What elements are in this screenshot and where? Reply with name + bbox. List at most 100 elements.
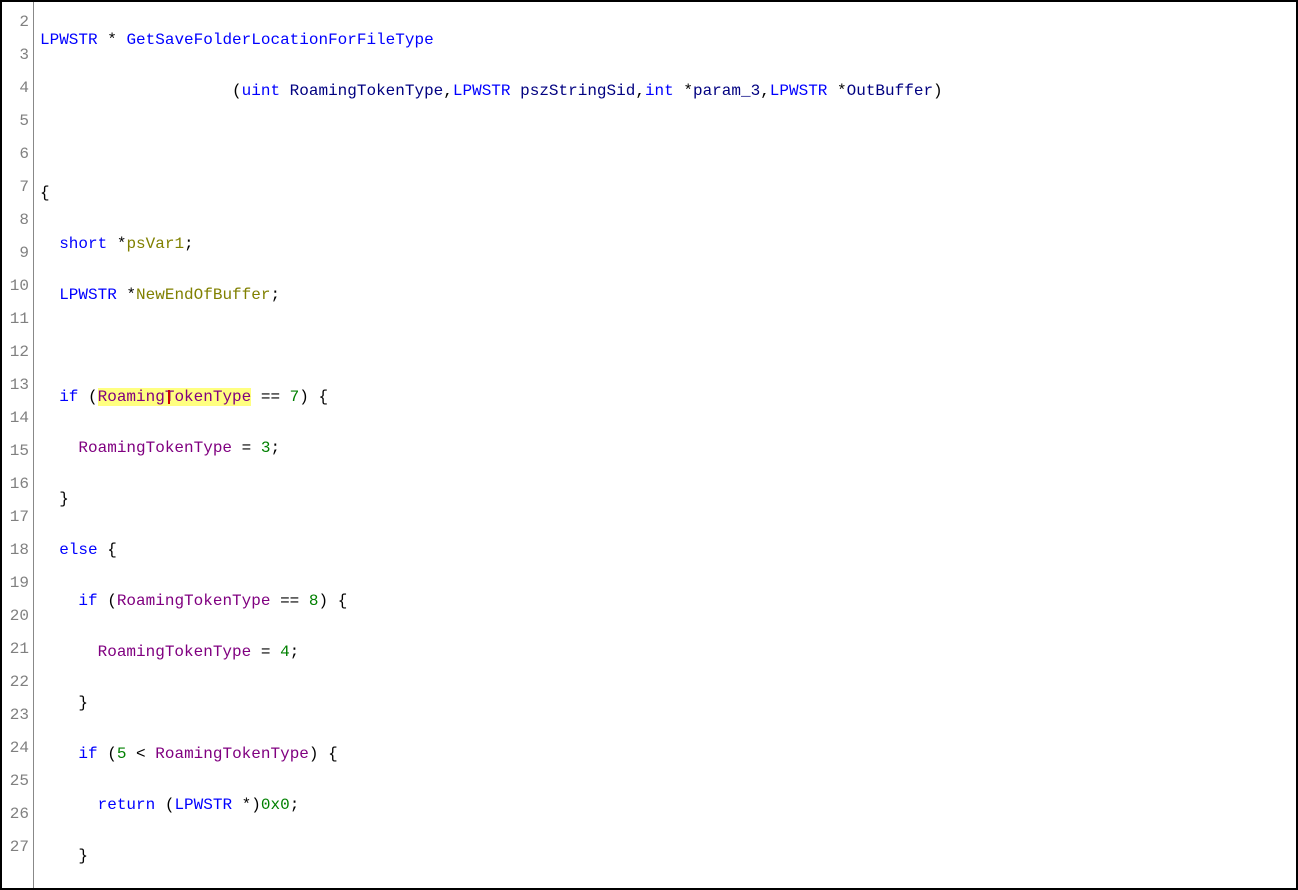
code-line[interactable]: LPWSTR *NewEndOfBuffer; xyxy=(40,279,1290,312)
number-token: 7 xyxy=(290,388,300,406)
rparen-token: ) xyxy=(318,592,328,610)
var-token: RoamingTokenType xyxy=(117,592,271,610)
line-number: 13 xyxy=(2,369,29,402)
semi-token: ; xyxy=(270,439,280,457)
param-token: OutBuffer xyxy=(847,82,933,100)
lbrace-token: { xyxy=(319,388,329,406)
keyword-token: return xyxy=(98,796,156,814)
lparen-token: ( xyxy=(165,796,175,814)
line-number: 2 xyxy=(2,6,29,39)
rbrace-token: } xyxy=(78,694,88,712)
param-token: RoamingTokenType xyxy=(290,82,444,100)
number-token: 5 xyxy=(117,745,127,763)
code-line[interactable]: (uint RoamingTokenType, LPWSTR pszStringS… xyxy=(40,75,1290,108)
param-token: param_3 xyxy=(693,82,760,100)
line-number: 16 xyxy=(2,468,29,501)
assign-token: = xyxy=(261,643,271,661)
lparen-token: ( xyxy=(107,592,117,610)
param-token: pszStringSid xyxy=(520,82,635,100)
lparen-token: ( xyxy=(88,388,98,406)
keyword-token: if xyxy=(78,592,97,610)
line-number: 9 xyxy=(2,237,29,270)
code-line[interactable]: RoamingTokenType = 4; xyxy=(40,636,1290,669)
rparen-token: ) xyxy=(309,745,319,763)
line-number: 7 xyxy=(2,171,29,204)
line-number: 3 xyxy=(2,39,29,72)
line-number: 4 xyxy=(2,72,29,105)
code-line[interactable]: short *psVar1; xyxy=(40,228,1290,261)
semi-token: ; xyxy=(270,286,280,304)
code-area[interactable]: LPWSTR * GetSaveFolderLocationForFileTyp… xyxy=(34,2,1296,888)
line-number: 18 xyxy=(2,534,29,567)
lbrace-token: { xyxy=(107,541,117,559)
line-number: 5 xyxy=(2,105,29,138)
var-token: psVar1 xyxy=(126,235,184,253)
type-token: LPWSTR xyxy=(59,286,117,304)
code-line[interactable] xyxy=(40,126,1290,159)
line-number: 27 xyxy=(2,831,29,864)
function-name: GetSaveFolderLocationForFileType xyxy=(126,31,433,49)
semi-token: ; xyxy=(184,235,194,253)
line-number: 14 xyxy=(2,402,29,435)
line-number: 23 xyxy=(2,699,29,732)
line-number: 20 xyxy=(2,600,29,633)
line-number: 19 xyxy=(2,567,29,600)
code-line[interactable]: LPWSTR * GetSaveFolderLocationForFileTyp… xyxy=(40,24,1290,57)
rbrace-token: } xyxy=(59,490,69,508)
eq-token: == xyxy=(280,592,299,610)
type-token: uint xyxy=(242,82,280,100)
code-line[interactable]: } xyxy=(40,687,1290,720)
star-token: * xyxy=(117,235,127,253)
highlighted-token: RoamingTokenType xyxy=(98,388,252,406)
type-token: int xyxy=(645,82,674,100)
lt-token: < xyxy=(136,745,146,763)
number-token: 4 xyxy=(280,643,290,661)
star-token: * xyxy=(683,82,693,100)
lparen-token: ( xyxy=(232,82,242,100)
code-line[interactable]: else { xyxy=(40,534,1290,567)
star-token: * xyxy=(126,286,136,304)
lbrace-token: { xyxy=(328,745,338,763)
code-line[interactable] xyxy=(40,330,1290,363)
code-line[interactable]: return (LPWSTR *)0x0; xyxy=(40,789,1290,822)
type-token: short xyxy=(59,235,107,253)
code-line[interactable]: if (RoamingTokenType == 8) { xyxy=(40,585,1290,618)
assign-token: = xyxy=(242,439,252,457)
lbrace-token: { xyxy=(40,184,50,202)
comma-token: , xyxy=(760,82,770,100)
keyword-token: if xyxy=(59,388,78,406)
var-token: RoamingTokenType xyxy=(155,745,309,763)
code-line[interactable]: if (RoamingTokenType == 7) { xyxy=(40,381,1290,414)
code-line[interactable]: if (5 < RoamingTokenType) { xyxy=(40,738,1290,771)
line-number: 22 xyxy=(2,666,29,699)
star-token: * xyxy=(837,82,847,100)
line-number: 8 xyxy=(2,204,29,237)
line-number-gutter: 2 3 4 5 6 7 8 9 10 11 12 13 14 15 16 17 … xyxy=(2,2,34,888)
code-line[interactable]: } xyxy=(40,483,1290,516)
type-token: LPWSTR xyxy=(174,796,232,814)
lparen-token: ( xyxy=(107,745,117,763)
line-number: 26 xyxy=(2,798,29,831)
line-number: 25 xyxy=(2,765,29,798)
var-token: NewEndOfBuffer xyxy=(136,286,270,304)
code-line[interactable]: } xyxy=(40,840,1290,873)
line-number: 21 xyxy=(2,633,29,666)
var-token: RoamingTokenType xyxy=(78,439,232,457)
code-line[interactable]: RoamingTokenType = 3; xyxy=(40,432,1290,465)
lbrace-token: { xyxy=(338,592,348,610)
rbrace-token: } xyxy=(78,847,88,865)
line-number: 15 xyxy=(2,435,29,468)
text-caret xyxy=(168,390,170,404)
rparen-token: ) xyxy=(933,82,943,100)
line-number: 24 xyxy=(2,732,29,765)
star-token: * xyxy=(107,31,117,49)
type-token: LPWSTR xyxy=(453,82,511,100)
var-token: RoamingTokenType xyxy=(98,643,252,661)
rparen-token: ) xyxy=(251,796,261,814)
code-editor[interactable]: 2 3 4 5 6 7 8 9 10 11 12 13 14 15 16 17 … xyxy=(0,0,1298,890)
keyword-token: if xyxy=(78,745,97,763)
semi-token: ; xyxy=(290,643,300,661)
semi-token: ; xyxy=(290,796,300,814)
code-line[interactable]: { xyxy=(40,177,1290,210)
line-number: 10 xyxy=(2,270,29,303)
